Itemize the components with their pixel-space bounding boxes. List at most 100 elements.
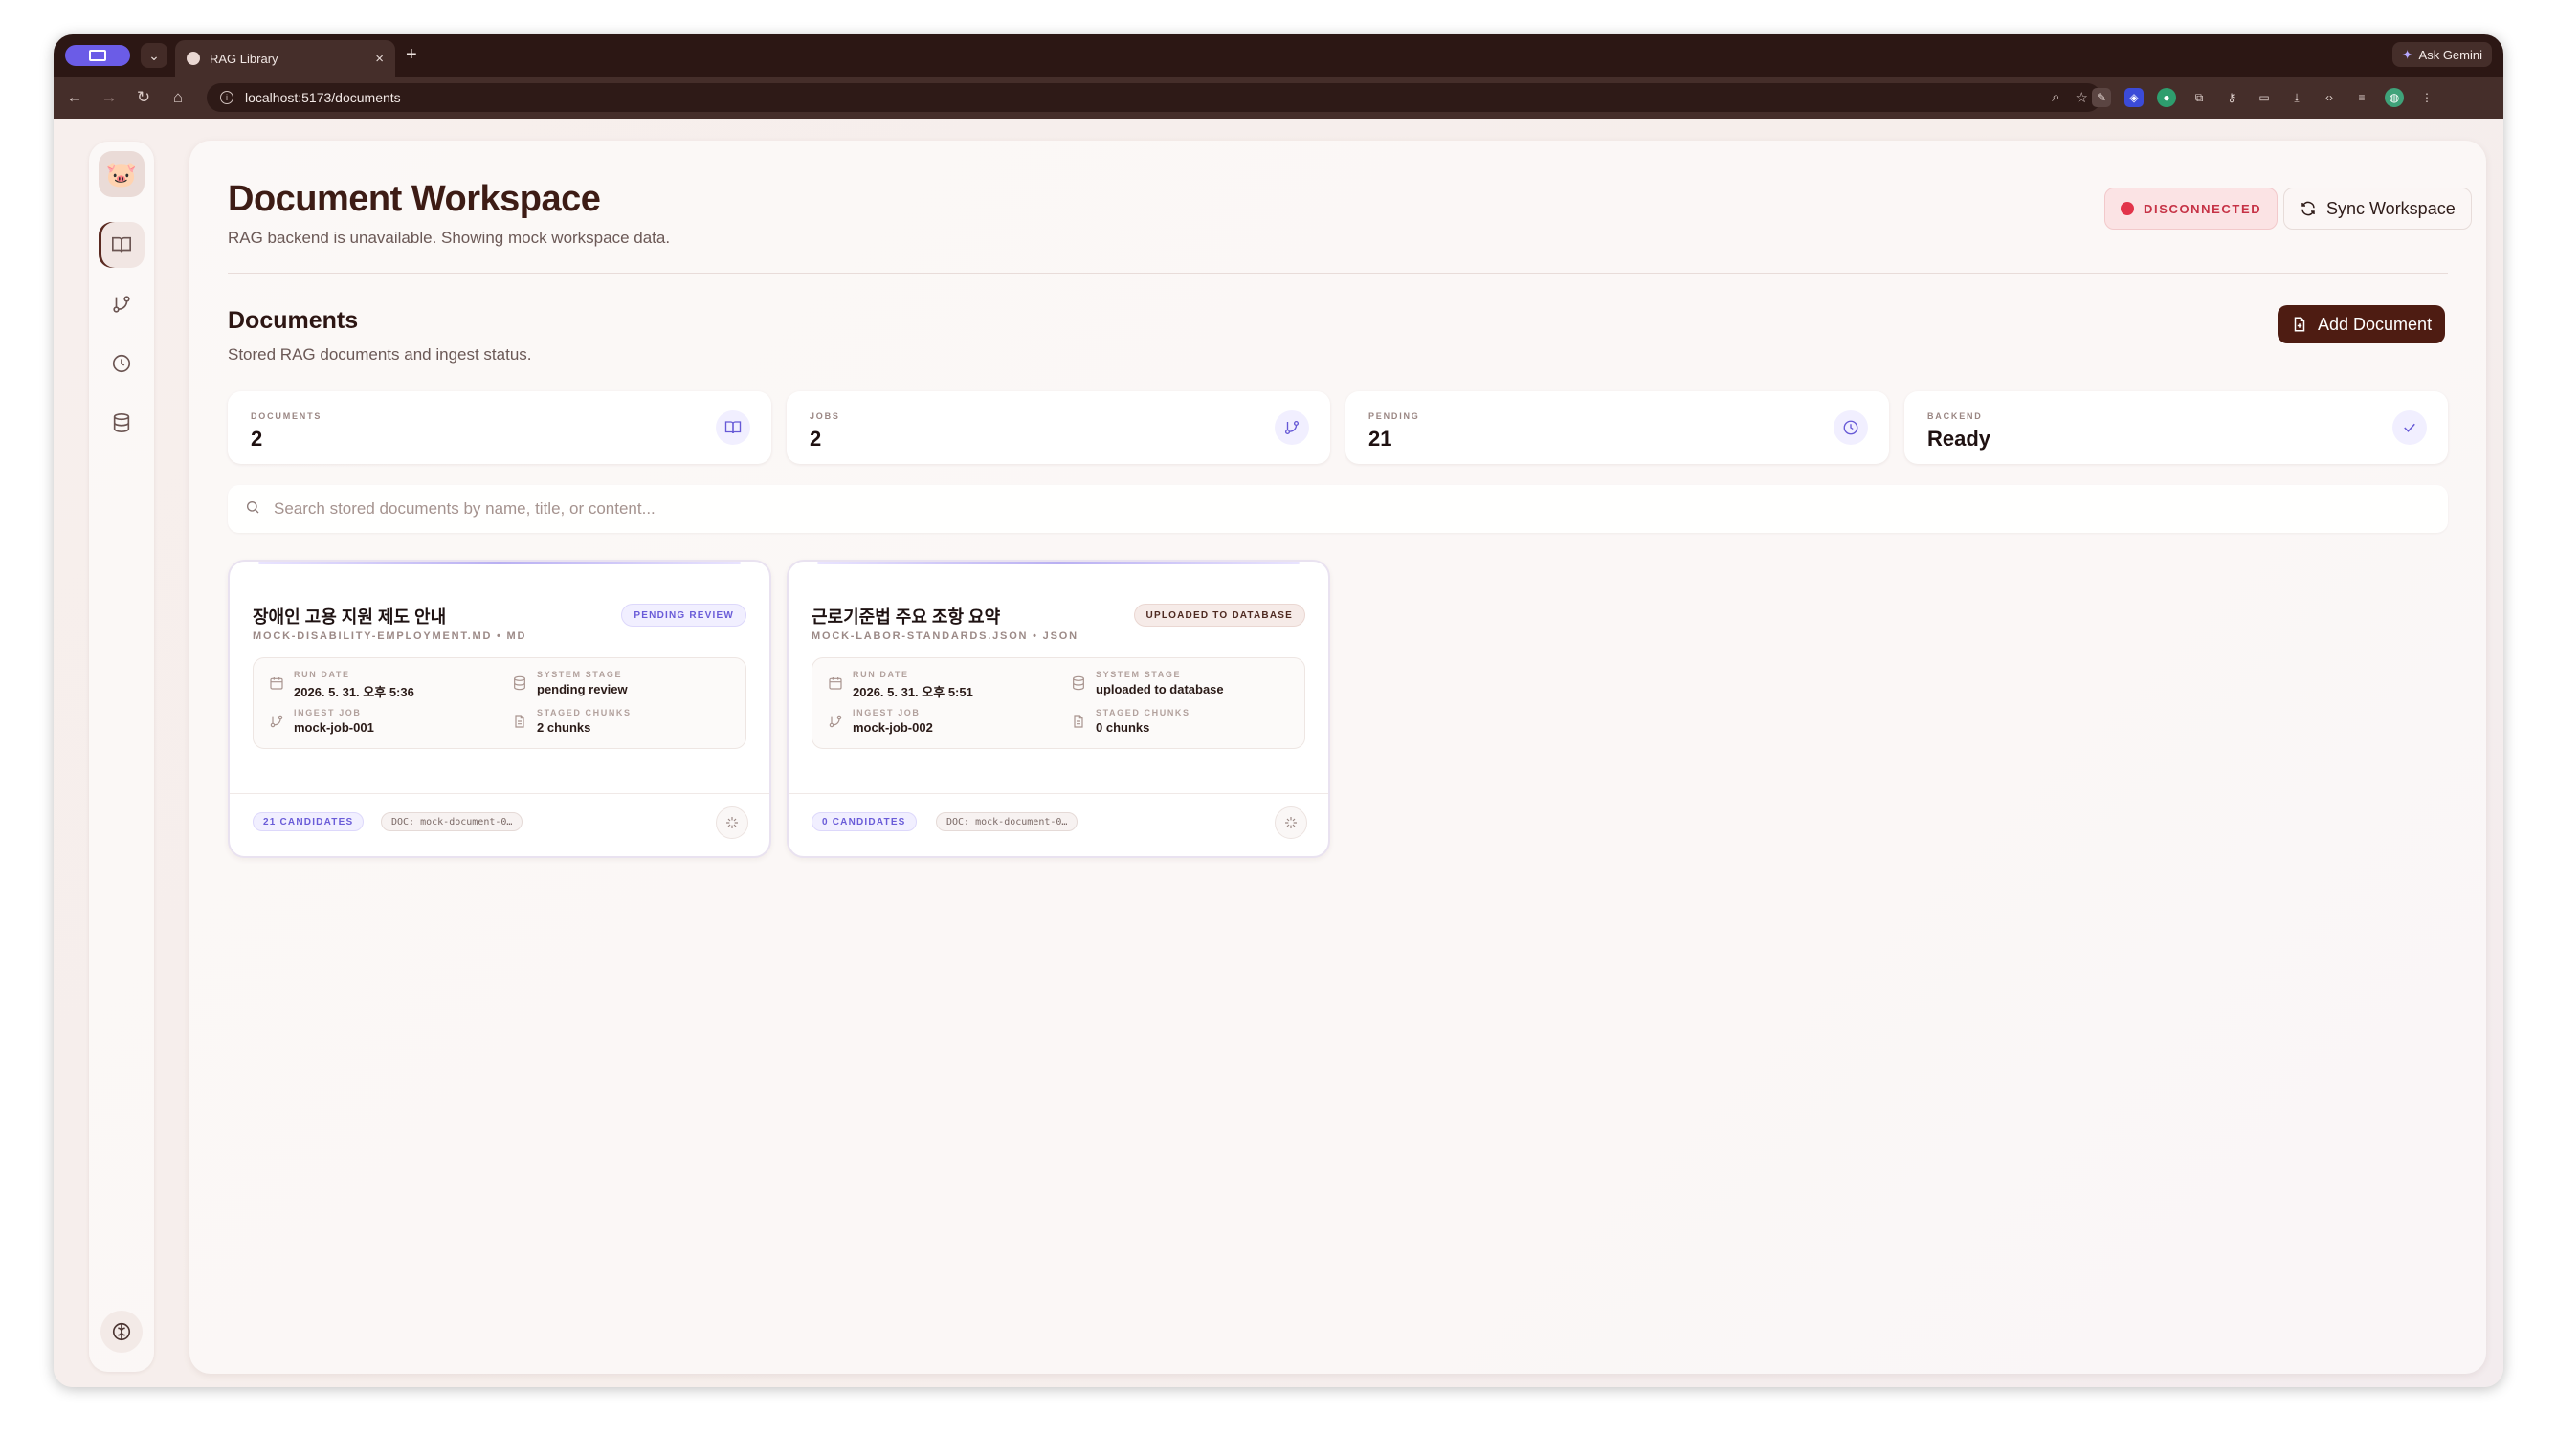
profile-avatar-icon[interactable]: ◍ [2385,88,2404,107]
file-text-icon [515,715,524,728]
reading-list-icon[interactable]: ≡ [2352,88,2371,107]
stat-label: BACKEND [1927,411,1983,421]
app-logo-avatar[interactable]: 🐷 [99,151,145,197]
sync-label: Sync Workspace [2326,198,2456,218]
brain-icon [112,1322,131,1341]
page-title: Document Workspace [228,179,601,219]
tab-close-icon[interactable]: × [375,51,384,67]
bookmark-star-icon[interactable]: ☆ [2076,89,2088,106]
sidebar-item-jobs[interactable] [99,281,145,327]
stats-row: DOCUMENTS 2 JOBS 2 PENDING 21 BACKEND Re… [228,391,2448,464]
card-icon[interactable]: ▭ [2255,88,2274,107]
sparkle-icon [726,817,738,828]
detail-value: uploaded to database [1096,682,1224,696]
tab-search-chevron-icon[interactable]: ⌄ [141,43,167,68]
brain-settings-button[interactable] [100,1311,143,1353]
detail-value: 0 chunks [1096,720,1150,735]
sidebar-item-documents[interactable] [99,222,145,268]
detail-label: SYSTEM STAGE [537,670,623,679]
tab-title: RAG Library [210,51,278,66]
download-icon[interactable]: ⤓ [2287,88,2306,107]
calendar-icon [270,677,283,690]
document-status-badge: PENDING REVIEW [621,604,746,627]
header-divider [228,273,2448,274]
page-subtitle: RAG backend is unavailable. Showing mock… [228,229,671,247]
detail-label: INGEST JOB [853,708,921,717]
system-stage-detail: SYSTEM STAGE uploaded to database [1071,670,1224,696]
detail-label: INGEST JOB [294,708,362,717]
tab-group-icon[interactable] [65,45,130,66]
add-document-button[interactable]: Add Document [2278,305,2446,343]
database-icon [514,675,525,691]
document-card[interactable]: 장애인 고용 지원 제도 안내 MOCK-DISABILITY-EMPLOYME… [228,560,771,858]
clock-icon [112,354,131,373]
document-title: 장애인 고용 지원 제도 안내 [253,607,447,627]
stat-card-jobs: JOBS 2 [787,391,1330,464]
ask-gemini-button[interactable]: ✦ Ask Gemini [2391,42,2492,67]
browser-toolbar: ← → ↻ ⌂ i localhost:5173/documents ⌕ ☆ ✎… [54,77,2503,119]
document-id-chip: DOC: mock-document-0… [936,812,1078,831]
reload-icon[interactable]: ↻ [126,88,161,107]
forward-arrow-icon[interactable]: → [92,88,126,107]
document-id-chip: DOC: mock-document-0… [381,812,523,831]
document-search [228,485,2448,533]
card-action-button[interactable] [716,806,748,839]
candidates-chip[interactable]: 0 CANDIDATES [812,812,917,831]
database-icon [1073,675,1084,691]
git-branch-icon [829,715,842,728]
browser-tab[interactable]: RAG Library × [175,40,395,77]
card-action-button[interactable] [1275,806,1307,839]
stat-card-documents: DOCUMENTS 2 [228,391,771,464]
extension-circle-icon[interactable]: ● [2157,88,2176,107]
back-arrow-icon[interactable]: ← [57,88,92,107]
card-footer-divider [789,793,1328,794]
detail-value: 2026. 5. 31. 오후 5:36 [294,685,414,699]
stat-card-backend: BACKEND Ready [1904,391,2448,464]
devtools-code-icon[interactable]: ‹› [2320,88,2339,107]
extension-shield-icon[interactable]: ◈ [2124,88,2144,107]
home-icon[interactable]: ⌂ [161,88,195,107]
candidates-chip[interactable]: 21 CANDIDATES [253,812,365,831]
gemini-spark-icon: ✦ [2401,46,2413,62]
refresh-icon [2301,201,2315,216]
git-branch-icon [1275,410,1309,445]
app-root: 🐷 Document Workspace RAG backend is unav… [54,119,2503,1387]
sidebar-item-history[interactable] [99,341,145,386]
detail-label: RUN DATE [853,670,909,679]
detail-label: STAGED CHUNKS [537,708,632,717]
section-title: Documents [228,307,359,334]
clock-icon [1834,410,1868,445]
extensions-puzzle-icon[interactable]: ⧉ [2190,88,2209,107]
sidebar-item-database[interactable] [99,400,145,446]
file-text-icon [1074,715,1083,728]
book-open-icon [112,236,131,253]
sync-workspace-button[interactable]: Sync Workspace [2283,188,2472,230]
extension-pen-icon[interactable]: ✎ [2092,88,2111,107]
new-tab-plus-icon[interactable]: + [406,44,417,66]
document-cards: 장애인 고용 지원 제도 안내 MOCK-DISABILITY-EMPLOYME… [228,560,1330,858]
document-details: RUN DATE 2026. 5. 31. 오후 5:36 SYSTEM STAG… [253,657,746,749]
stat-value: 21 [1368,427,1392,451]
detail-label: RUN DATE [294,670,350,679]
file-plus-icon [2294,317,2305,332]
browser-menu-icon[interactable]: ⋮ [2417,88,2436,107]
site-info-icon[interactable]: i [220,91,233,104]
git-branch-icon [270,715,283,728]
document-card[interactable]: 근로기준법 주요 조항 요약 MOCK-LABOR-STANDARDS.JSON… [787,560,1330,858]
detail-label: SYSTEM STAGE [1096,670,1182,679]
zoom-icon[interactable]: ⌕ [2052,89,2059,106]
search-icon [245,499,260,519]
address-bar[interactable]: i localhost:5173/documents ⌕ ☆ [207,83,2101,112]
run-date-detail: RUN DATE 2026. 5. 31. 오후 5:51 [828,670,973,700]
detail-value: mock-job-002 [853,720,933,735]
staged-chunks-detail: STAGED CHUNKS 0 chunks [1071,708,1190,735]
ask-gemini-label: Ask Gemini [2418,47,2482,62]
document-title: 근로기준법 주요 조항 요약 [812,607,1001,627]
status-text: DISCONNECTED [2144,201,2262,216]
check-icon [2392,410,2427,445]
document-meta: MOCK-LABOR-STANDARDS.JSON • JSON [812,630,1078,642]
document-meta: MOCK-DISABILITY-EMPLOYMENT.MD • MD [253,630,527,642]
password-key-icon[interactable]: ⚷ [2222,88,2241,107]
search-input[interactable] [274,499,2431,518]
detail-value: mock-job-001 [294,720,374,735]
